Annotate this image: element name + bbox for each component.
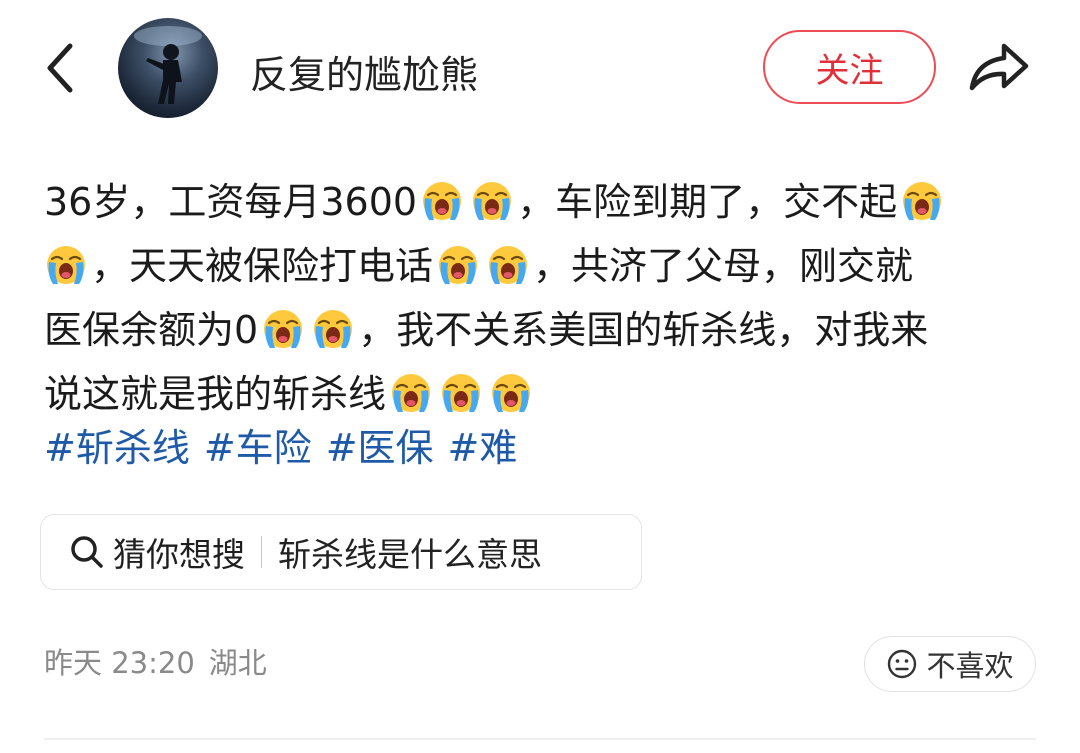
post-line-4: 说这就是我的斩杀线	[44, 362, 1044, 426]
post-text: 说这就是我的斩杀线	[44, 372, 387, 416]
crying-face-icon	[311, 307, 355, 351]
post-text: 36岁，工资每月3600	[44, 180, 418, 224]
post-meta: 昨天 23:20 湖北	[44, 640, 281, 682]
crying-face-icon	[470, 179, 514, 223]
post-text: ，共济了父母，刚交就	[533, 244, 914, 288]
share-arrow-icon	[969, 43, 1029, 91]
dislike-label: 不喜欢	[926, 649, 1014, 683]
divider	[261, 536, 262, 568]
back-button[interactable]	[38, 38, 82, 98]
post-line-2: ，天天被保险打电话 ，共济了父母，刚交就	[44, 234, 1044, 298]
post-text: ，我不关系美国的斩杀线，对我来	[358, 308, 929, 352]
post-line-1: 36岁，工资每月3600 ，车险到期了，交不起	[44, 170, 1044, 234]
post-location: 湖北	[208, 646, 267, 680]
neutral-face-icon	[888, 649, 917, 679]
chevron-left-icon	[47, 43, 73, 93]
header: 反复的尴尬熊 关注	[0, 0, 1080, 140]
post-text: ，车险到期了，交不起	[517, 180, 898, 224]
crying-face-icon	[389, 371, 433, 415]
crying-face-icon	[900, 179, 944, 223]
hashtag-link[interactable]: #斩杀线	[44, 426, 190, 470]
username[interactable]: 反复的尴尬熊	[250, 44, 478, 99]
hashtag-link[interactable]: #难	[448, 426, 518, 470]
guess-search-label: 猜你想搜	[113, 535, 245, 574]
crying-face-icon	[436, 243, 480, 287]
share-button[interactable]	[966, 40, 1032, 94]
divider	[44, 738, 1036, 740]
crying-face-icon	[486, 243, 530, 287]
guess-search-box[interactable]: 猜你想搜 斩杀线是什么意思	[40, 514, 642, 590]
follow-button[interactable]: 关注	[763, 30, 936, 104]
crying-face-icon	[261, 307, 305, 351]
post-line-3: 医保余额为0 ，我不关系美国的斩杀线，对我来	[44, 298, 1044, 362]
crying-face-icon	[420, 179, 464, 223]
crying-face-icon	[44, 243, 88, 287]
crying-face-icon	[489, 371, 533, 415]
hashtag-link[interactable]: #车险	[204, 426, 312, 470]
post-text: 医保余额为0	[44, 308, 259, 352]
hashtag-row: #斩杀线 #车险 #医保 #难	[44, 418, 531, 478]
dislike-button[interactable]: 不喜欢	[864, 636, 1036, 692]
post-text: ，天天被保险打电话	[91, 244, 434, 288]
crying-face-icon	[439, 371, 483, 415]
avatar[interactable]	[118, 18, 218, 118]
guess-search-query[interactable]: 斩杀线是什么意思	[278, 528, 542, 576]
avatar-figure	[134, 26, 202, 104]
post-body: 36岁，工资每月3600 ，车险到期了，交不起 ，天天被保险打电话 ，共济了父母，刚…	[44, 170, 1044, 426]
search-icon	[71, 536, 103, 568]
post-time: 昨天 23:20	[44, 646, 195, 680]
hashtag-link[interactable]: #医保	[326, 426, 434, 470]
